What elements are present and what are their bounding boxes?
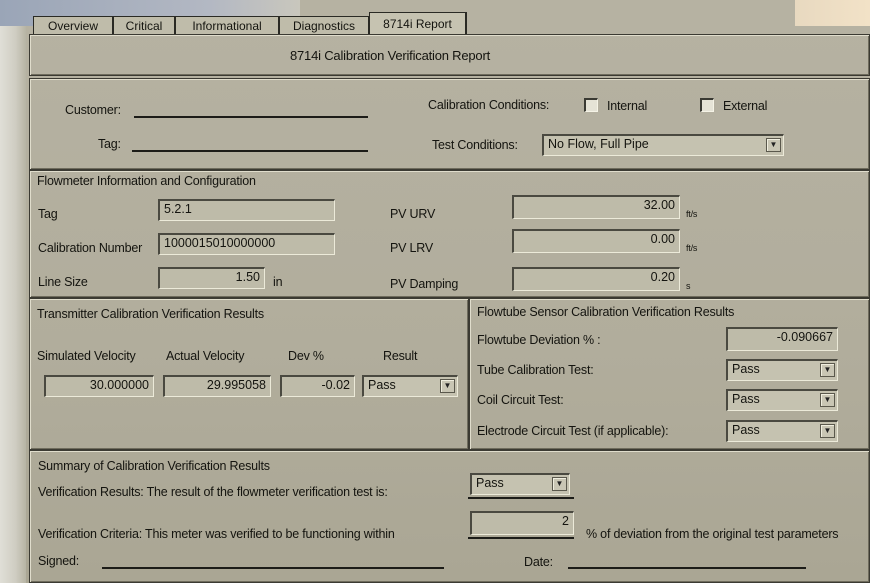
internal-checkbox[interactable] xyxy=(584,98,598,112)
verification-criteria-text: Verification Criteria: This meter was ve… xyxy=(38,527,395,541)
coil-circuit-value: Pass xyxy=(732,392,760,406)
verification-criteria-suffix: % of deviation from the original test pa… xyxy=(586,527,839,541)
flowmeter-section-title: Flowmeter Information and Configuration xyxy=(37,174,256,188)
actual-velocity-field[interactable]: 29.995058 xyxy=(163,375,271,397)
pv-lrv-field[interactable]: 0.00 xyxy=(512,229,680,253)
electrode-circuit-select[interactable]: Pass ▼ xyxy=(726,420,838,442)
title-panel: 8714i Calibration Verification Report xyxy=(29,34,870,76)
calibration-number-label: Calibration Number xyxy=(38,241,143,255)
dropdown-arrow-icon[interactable]: ▼ xyxy=(820,424,835,438)
pv-lrv-unit: ft/s xyxy=(686,243,698,253)
tube-calibration-select[interactable]: Pass ▼ xyxy=(726,359,838,381)
flowtube-section-title: Flowtube Sensor Calibration Verification… xyxy=(477,305,735,319)
flowtube-deviation-field[interactable]: -0.090667 xyxy=(726,327,838,351)
date-label: Date: xyxy=(524,555,553,569)
line-size-label: Line Size xyxy=(38,275,88,289)
test-conditions-value: No Flow, Full Pipe xyxy=(548,137,649,151)
tube-calibration-label: Tube Calibration Test: xyxy=(477,363,594,377)
verification-criteria-underline xyxy=(468,537,574,539)
result-select[interactable]: Pass ▼ xyxy=(362,375,458,397)
actual-velocity-header: Actual Velocity xyxy=(166,349,245,363)
electrode-circuit-value: Pass xyxy=(732,423,760,437)
electrode-circuit-label: Electrode Circuit Test (if applicable): xyxy=(477,424,669,438)
internal-label: Internal xyxy=(607,99,648,113)
tab-informational[interactable]: Informational xyxy=(175,16,279,34)
pv-urv-field[interactable]: 32.00 xyxy=(512,195,680,219)
signed-line[interactable] xyxy=(102,567,444,569)
calibration-number-field[interactable]: 1000015010000000 xyxy=(158,233,335,255)
dropdown-arrow-icon[interactable]: ▼ xyxy=(440,379,455,393)
tube-calibration-value: Pass xyxy=(732,362,760,376)
customer-label: Customer: xyxy=(65,103,121,117)
header-panel: Customer: Tag: Calibration Conditions: I… xyxy=(29,78,870,170)
pv-lrv-label: PV LRV xyxy=(390,241,434,255)
signed-label: Signed: xyxy=(38,554,79,568)
line-size-field[interactable]: 1.50 xyxy=(158,267,265,289)
dropdown-arrow-icon[interactable]: ▼ xyxy=(766,138,781,152)
simulated-velocity-field[interactable]: 30.000000 xyxy=(44,375,154,397)
flowmeter-tag-field[interactable]: 5.2.1 xyxy=(158,199,335,221)
external-checkbox[interactable] xyxy=(700,98,714,112)
flowtube-deviation-label: Flowtube Deviation % : xyxy=(477,333,601,347)
coil-circuit-select[interactable]: Pass ▼ xyxy=(726,389,838,411)
summary-section-title: Summary of Calibration Verification Resu… xyxy=(38,459,270,473)
flowtube-panel: Flowtube Sensor Calibration Verification… xyxy=(469,298,870,450)
external-label: External xyxy=(723,99,768,113)
transmitter-panel: Transmitter Calibration Verification Res… xyxy=(29,298,469,450)
tab-overview[interactable]: Overview xyxy=(33,16,113,34)
test-conditions-label: Test Conditions: xyxy=(432,138,518,152)
simulated-velocity-header: Simulated Velocity xyxy=(37,349,136,363)
pv-damping-label: PV Damping xyxy=(390,277,459,291)
dropdown-arrow-icon[interactable]: ▼ xyxy=(552,477,567,491)
calibration-conditions-label: Calibration Conditions: xyxy=(428,98,550,112)
verification-results-value: Pass xyxy=(476,476,504,490)
result-header: Result xyxy=(383,349,418,363)
pv-damping-field[interactable]: 0.20 xyxy=(512,267,680,291)
pv-urv-unit: ft/s xyxy=(686,209,698,219)
pv-damping-unit: s xyxy=(686,281,691,291)
flowmeter-tag-label: Tag xyxy=(38,207,58,221)
test-conditions-select[interactable]: No Flow, Full Pipe ▼ xyxy=(542,134,784,156)
verification-criteria-field[interactable]: 2 xyxy=(470,511,574,535)
dropdown-arrow-icon[interactable]: ▼ xyxy=(820,393,835,407)
background-left-strip xyxy=(0,0,26,583)
verification-results-text: Verification Results: The result of the … xyxy=(38,485,388,499)
background-top-right xyxy=(795,0,870,26)
tag-label: Tag: xyxy=(98,137,121,151)
summary-panel: Summary of Calibration Verification Resu… xyxy=(29,450,870,583)
line-size-unit: in xyxy=(273,275,283,289)
dev-percent-field[interactable]: -0.02 xyxy=(280,375,355,397)
verification-results-underline xyxy=(468,497,574,499)
transmitter-section-title: Transmitter Calibration Verification Res… xyxy=(37,307,264,321)
verification-results-select[interactable]: Pass ▼ xyxy=(470,473,570,495)
coil-circuit-label: Coil Circuit Test: xyxy=(477,393,564,407)
tab-8714i-report[interactable]: 8714i Report xyxy=(369,12,467,34)
pv-urv-label: PV URV xyxy=(390,207,436,221)
customer-signature-line[interactable] xyxy=(134,116,368,118)
tag-signature-line[interactable] xyxy=(132,150,368,152)
tab-diagnostics[interactable]: Diagnostics xyxy=(279,16,369,34)
date-line[interactable] xyxy=(568,567,806,569)
tab-critical[interactable]: Critical xyxy=(113,16,175,34)
flowmeter-panel: Flowmeter Information and Configuration … xyxy=(29,170,870,298)
dropdown-arrow-icon[interactable]: ▼ xyxy=(820,363,835,377)
dev-percent-header: Dev % xyxy=(288,349,324,363)
report-title: 8714i Calibration Verification Report xyxy=(290,48,490,63)
result-value: Pass xyxy=(368,378,396,392)
